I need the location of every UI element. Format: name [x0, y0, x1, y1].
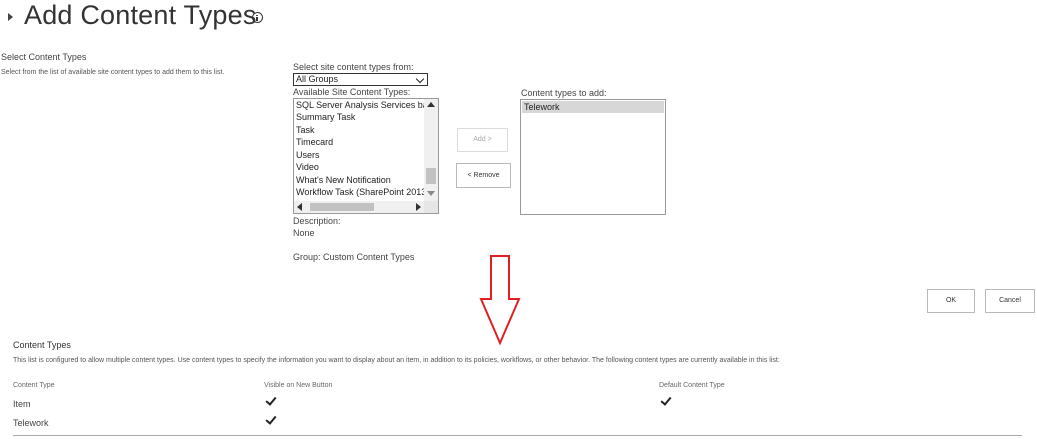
vertical-scroll-thumb[interactable] [426, 168, 436, 184]
list-item[interactable]: Timecard [296, 137, 333, 147]
available-types-label: Available Site Content Types: [293, 87, 411, 97]
scroll-down-arrow-icon[interactable] [427, 191, 435, 196]
ok-button[interactable]: OK [927, 289, 975, 313]
column-header-visible: Visible on New Button [264, 382, 333, 389]
types-to-add-listbox[interactable]: Telework [520, 99, 666, 215]
arrow-shape [479, 255, 521, 346]
cancel-button[interactable]: Cancel [985, 289, 1035, 313]
list-item[interactable]: SQL Server Analysis Services bas [296, 100, 432, 110]
visible-check-icon [265, 413, 277, 425]
description-value: None [293, 228, 315, 238]
group-select-label: Select site content types from: [293, 62, 414, 72]
list-item[interactable]: Users [296, 150, 320, 160]
remove-button[interactable]: < Remove [456, 163, 511, 188]
list-item[interactable]: Video [296, 162, 319, 172]
page-title: Add Content Types [24, 0, 257, 30]
list-item[interactable]: What's New Notification [296, 175, 391, 185]
info-icon[interactable] [252, 12, 263, 23]
column-header-default: Default Content Type [659, 382, 725, 389]
divider [13, 435, 1022, 436]
content-type-link-telework[interactable]: Telework [13, 418, 49, 428]
select-section-heading: Select Content Types [1, 52, 87, 62]
vertical-scrollbar[interactable] [424, 99, 438, 201]
add-button[interactable]: Add > [457, 128, 508, 152]
horizontal-scrollbar[interactable] [294, 201, 424, 213]
horizontal-scroll-thumb[interactable] [310, 203, 374, 211]
description-label: Description: [293, 216, 341, 226]
types-to-add-label: Content types to add: [521, 88, 607, 98]
scrollbar-corner [424, 201, 438, 213]
content-type-link-item[interactable]: Item [13, 399, 31, 409]
list-item[interactable]: Summary Task [296, 112, 355, 122]
visible-check-icon [265, 394, 277, 406]
expand-caret-icon[interactable] [8, 13, 13, 21]
add-content-types-page: Add Content Types Select Content Types S… [0, 0, 1037, 439]
select-section-description: Select from the list of available site c… [1, 69, 225, 76]
down-arrow-icon [479, 255, 521, 346]
default-check-icon [660, 394, 672, 406]
list-item[interactable]: Workflow Task (SharePoint 2013) [296, 187, 429, 197]
group-select[interactable]: All Groups [293, 73, 428, 86]
scroll-up-arrow-icon[interactable] [427, 102, 435, 107]
list-item[interactable]: Task [296, 125, 315, 135]
column-header-content-type: Content Type [13, 382, 55, 389]
group-info: Group: Custom Content Types [293, 252, 415, 262]
content-types-heading: Content Types [13, 340, 71, 350]
content-types-description: This list is configured to allow multipl… [13, 357, 780, 364]
scroll-right-arrow-icon[interactable] [416, 203, 421, 211]
scroll-left-arrow-icon[interactable] [297, 203, 302, 211]
group-select-value: All Groups [296, 74, 339, 84]
chevron-down-icon [415, 74, 425, 84]
list-item-selected[interactable]: Telework [522, 101, 664, 113]
available-types-listbox[interactable]: SQL Server Analysis Services bas Summary… [293, 98, 439, 214]
